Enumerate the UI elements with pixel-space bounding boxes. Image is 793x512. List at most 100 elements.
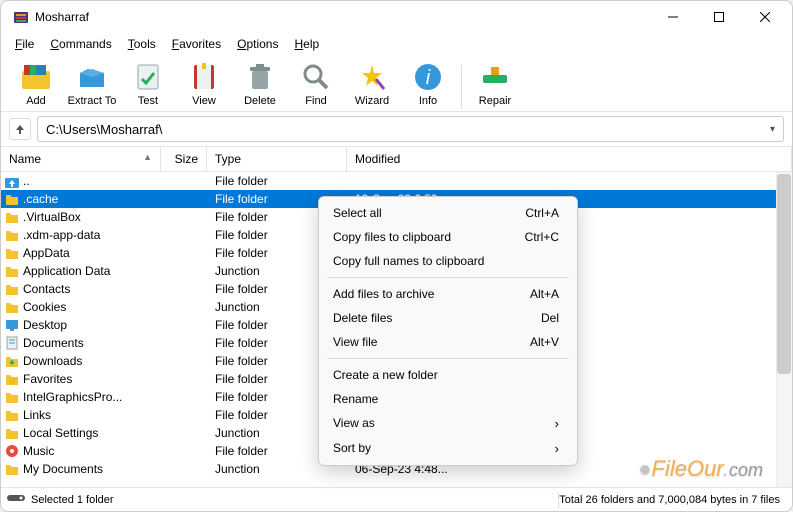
folder-icon [5,300,19,314]
cell-name: My Documents [1,462,161,476]
toolbar-add-button[interactable]: Add [9,59,63,109]
folder-icon [5,246,19,260]
menubar: FileCommandsToolsFavoritesOptionsHelp [1,33,792,55]
dl-icon [5,354,19,368]
menu-file[interactable]: File [7,35,42,53]
menu-help[interactable]: Help [286,35,327,53]
fav-icon [5,372,19,386]
cell-name: .cache [1,192,161,206]
chevron-down-icon[interactable]: ▾ [770,124,775,135]
context-add-files-to-archive[interactable]: Add files to archiveAlt+A [319,282,577,306]
scrollbar-thumb[interactable] [777,174,791,374]
folder-icon [5,192,19,206]
context-separator [327,358,569,359]
folder-icon [5,390,19,404]
pathbar: C:\Users\Mosharraf\ ▾ [1,112,792,147]
titlebar: Mosharraf [1,1,792,33]
toolbar-view-button[interactable]: View [177,59,231,109]
context-view-file[interactable]: View fileAlt+V [319,330,577,354]
cell-name: Documents [1,336,161,350]
folder-icon [5,210,19,224]
context-create-a-new-folder[interactable]: Create a new folder [319,363,577,387]
context-delete-files[interactable]: Delete filesDel [319,306,577,330]
extract-icon [76,61,108,93]
context-menu: Select allCtrl+ACopy files to clipboardC… [318,196,578,466]
folder-icon [5,264,19,278]
info-icon: i [412,61,444,93]
cell-name: Favorites [1,372,161,386]
music-icon [5,444,19,458]
path-text: C:\Users\Mosharraf\ [46,122,162,137]
context-select-all[interactable]: Select allCtrl+A [319,201,577,225]
toolbar-delete-button[interactable]: Delete [233,59,287,109]
column-name[interactable]: Name ▲ [1,147,161,171]
cell-name: Desktop [1,318,161,332]
doc-icon [5,336,19,350]
cell-name: Local Settings [1,426,161,440]
cell-name: .xdm-app-data [1,228,161,242]
menu-commands[interactable]: Commands [42,35,119,53]
wizard-icon [356,61,388,93]
menu-favorites[interactable]: Favorites [164,35,229,53]
status-selected: Selected 1 folder [31,494,114,506]
toolbar: AddExtract ToTestViewDeleteFindWizardiIn… [1,55,792,112]
path-input[interactable]: C:\Users\Mosharraf\ ▾ [37,116,784,142]
view-icon [188,61,220,93]
folder-icon [5,426,19,440]
cell-name: Contacts [1,282,161,296]
cell-type: File folder [207,174,347,188]
status-left: Selected 1 folder [1,493,558,506]
toolbar-find-button[interactable]: Find [289,59,343,109]
cell-name: Links [1,408,161,422]
context-copy-files-to-clipboard[interactable]: Copy files to clipboardCtrl+C [319,225,577,249]
window-controls [650,1,788,33]
maximize-button[interactable] [696,1,742,33]
cell-name: Music [1,444,161,458]
menu-options[interactable]: Options [229,35,286,53]
context-copy-full-names-to-clipboard[interactable]: Copy full names to clipboard [319,249,577,273]
close-button[interactable] [742,1,788,33]
arrow-up-icon [14,123,26,135]
shortcut: Alt+V [530,335,559,349]
add-icon [20,61,52,93]
toolbar-separator [461,65,462,109]
delete-icon [244,61,276,93]
repair-icon [479,61,511,93]
folder-icon [5,282,19,296]
toolbar-extract-to-button[interactable]: Extract To [65,59,119,109]
file-row[interactable]: .. File folder [1,172,792,190]
find-icon [300,61,332,93]
toolbar-wizard-button[interactable]: Wizard [345,59,399,109]
column-modified[interactable]: Modified [347,147,792,171]
app-icon [13,9,29,25]
scrollbar[interactable] [776,172,792,487]
context-rename[interactable]: Rename [319,387,577,411]
toolbar-test-button[interactable]: Test [121,59,175,109]
toolbar-repair-button[interactable]: Repair [468,59,522,109]
column-type[interactable]: Type [207,147,347,171]
toolbar-info-button[interactable]: iInfo [401,59,455,109]
column-headers: Name ▲ Size Type Modified [1,147,792,172]
minimize-button[interactable] [650,1,696,33]
window-title: Mosharraf [35,10,650,24]
statusbar: Selected 1 folder Total 26 folders and 7… [1,487,792,511]
cell-name: Cookies [1,300,161,314]
test-icon [132,61,164,93]
svg-text:i: i [426,67,431,89]
menu-tools[interactable]: Tools [120,35,164,53]
folder-icon [5,408,19,422]
cell-name: Application Data [1,264,161,278]
context-view-as[interactable]: View as [319,411,577,436]
cell-name: .VirtualBox [1,210,161,224]
context-sort-by[interactable]: Sort by [319,436,577,461]
cell-name: Downloads [1,354,161,368]
shortcut: Alt+A [530,287,559,301]
shortcut: Del [541,311,559,325]
folder-icon [5,228,19,242]
status-totals: Total 26 folders and 7,000,084 bytes in … [559,494,792,506]
drive-icon [7,493,25,506]
up-button[interactable] [9,118,31,140]
cell-name: IntelGraphicsPro... [1,390,161,404]
cell-name: .. [1,174,161,188]
column-size[interactable]: Size [161,147,207,171]
